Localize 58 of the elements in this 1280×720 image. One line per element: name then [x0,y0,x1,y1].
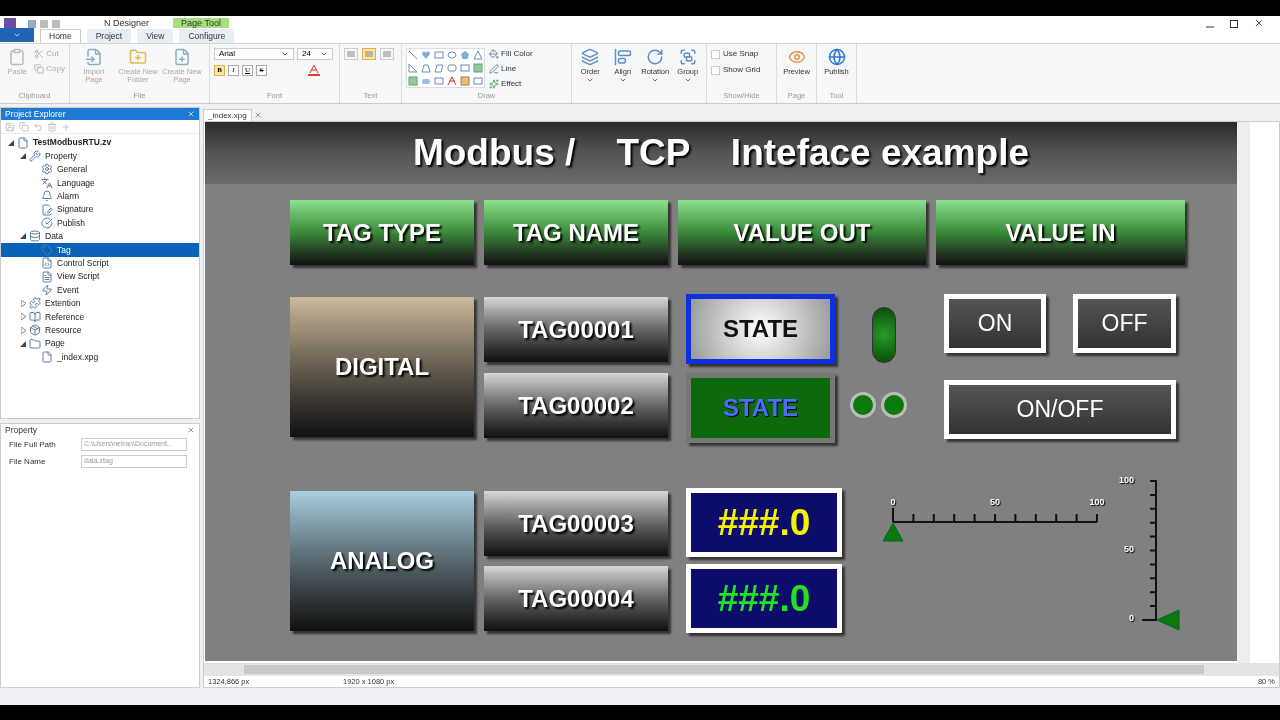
tree-item[interactable]: Property [45,151,78,161]
scale-label: 0 [1128,612,1134,626]
tree-item[interactable]: Data [45,232,63,241]
tree-item[interactable]: Alarm [57,192,80,201]
line-button[interactable]: Line [489,63,533,75]
tree-item[interactable]: _index.xpg [57,352,99,362]
tree-item[interactable]: Publish [57,218,85,228]
tag-name-label[interactable]: TAG00004 [484,566,668,631]
tree-item[interactable]: Control Script [57,258,109,268]
tree-item[interactable]: General [57,165,88,174]
tree-item[interactable]: Tag [57,245,71,255]
tree-item[interactable]: Resource [45,325,82,335]
ribbon-tab[interactable]: View [137,29,174,43]
switch-button[interactable]: ON/OFF [944,380,1176,439]
display-value: ###.0 [717,580,811,617]
tree-item[interactable]: Reference [45,312,85,321]
tree-item[interactable]: View Script [57,272,100,281]
column-header[interactable]: TAG TYPE [290,200,474,265]
property-label: File Full Path [9,438,57,451]
scale-label: 50 [990,496,1000,509]
context-tab-label: Page Tool [173,18,229,28]
tree-item[interactable]: Signature [57,205,94,214]
tag-type-label[interactable]: ANALOG [290,491,474,631]
tree-item[interactable]: Page [45,339,65,348]
panel-title: Project Explorer [5,107,66,121]
tree-item[interactable]: Language [57,178,95,188]
ribbon-tab[interactable]: Configure [179,29,235,43]
fill-color-button[interactable]: Fill Color [489,48,533,60]
checkbox-label: Show Grid [723,64,761,76]
font-size-dropdown[interactable]: 24 [297,48,333,60]
state-button[interactable]: STATE [686,294,835,364]
display-value: ###.0 [717,504,811,541]
tree-item[interactable]: Event [57,285,79,295]
tag-name-label[interactable]: TAG00001 [484,297,668,362]
ribbon-tab[interactable]: Project [86,29,132,43]
panel-title: Property [5,423,38,437]
font-family-dropdown[interactable]: Arial [214,48,294,60]
scale-label: 100 [1117,474,1134,488]
window-title: N Designer [104,18,150,28]
ribbon-tab[interactable]: Home [40,29,81,43]
tree-item[interactable]: TestModbusRTU.zv [33,138,112,147]
tree-item[interactable]: Extention [45,299,81,308]
canvas-title: Modbus / TCP Inteface example [412,131,1030,176]
checkbox-label: Use Snap [723,48,759,60]
column-header[interactable]: VALUE OUT [678,200,926,265]
tag-name-label[interactable]: TAG00002 [484,373,668,438]
scale-label: 0 [890,496,896,509]
switch-button[interactable]: OFF [1073,294,1176,353]
column-header[interactable]: TAG NAME [484,200,668,265]
tag-name-label[interactable]: TAG00003 [484,491,668,556]
effect-button[interactable]: Effect [489,78,533,90]
property-label: File Name [9,455,47,468]
scale-label: 50 [1123,543,1134,557]
tag-type-label[interactable]: DIGITAL [290,297,474,437]
switch-button[interactable]: ON [944,294,1046,353]
scale-label: 100 [1089,496,1105,509]
document-tab[interactable]: _index.xpg [203,109,252,121]
column-header[interactable]: VALUE IN [936,200,1185,265]
